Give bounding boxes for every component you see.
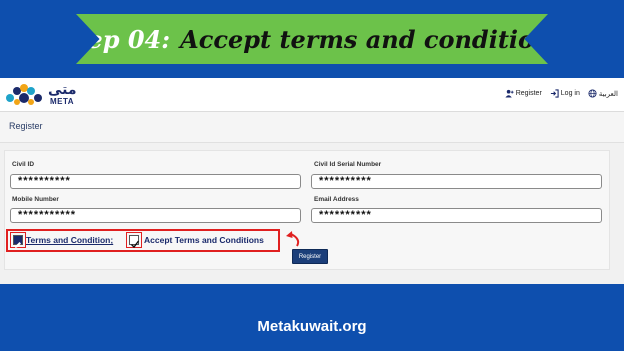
mobile-number-label: Mobile Number	[12, 196, 59, 203]
top-header: متى META Register Log in العربية	[0, 78, 624, 112]
nav-register[interactable]: Register	[505, 89, 542, 98]
banner-title: Accept terms and conditions	[180, 24, 565, 54]
banner-text: Step 04: Accept terms and conditions	[59, 24, 565, 54]
user-plus-icon	[505, 89, 514, 98]
page-title: Register	[9, 121, 43, 131]
logo-arabic-text: متى	[48, 82, 77, 98]
civil-id-input[interactable]: **********	[10, 174, 301, 189]
email-address-input[interactable]: **********	[311, 208, 602, 223]
register-button[interactable]: Register	[292, 249, 328, 264]
nav-language-label: العربية	[598, 90, 618, 98]
mobile-number-input[interactable]: ***********	[10, 208, 301, 223]
nav-language[interactable]: العربية	[588, 89, 618, 98]
footer-site-name: Metakuwait.org	[257, 318, 367, 335]
step-banner: Step 04: Accept terms and conditions	[76, 14, 548, 64]
header-nav: Register Log in العربية	[505, 89, 618, 98]
nav-login-label: Log in	[560, 90, 580, 97]
nav-register-label: Register	[515, 90, 542, 97]
accept-terms-label: Accept Terms and Conditions	[144, 235, 264, 245]
pointer-arrow-icon	[286, 231, 300, 247]
checkmark-icon	[131, 240, 140, 249]
civil-id-label: Civil ID	[12, 161, 35, 168]
login-icon	[550, 89, 559, 98]
civil-id-serial-input[interactable]: **********	[311, 174, 602, 189]
civil-id-serial-label: Civil Id Serial Number	[314, 161, 382, 168]
logo-emblem-icon	[6, 84, 42, 105]
terms-link[interactable]: Terms and Condition;	[26, 235, 113, 245]
nav-login[interactable]: Log in	[550, 89, 580, 98]
accept-terms-checkbox[interactable]	[129, 235, 140, 249]
pencil-icon	[15, 242, 21, 248]
edit-icon[interactable]	[13, 235, 23, 248]
email-address-label: Email Address	[314, 196, 359, 203]
globe-icon	[588, 89, 597, 98]
meta-logo[interactable]: متى META	[2, 82, 82, 108]
page-title-bar: Register	[0, 112, 624, 143]
banner-step: Step 04:	[59, 24, 171, 54]
logo-text: META	[50, 97, 75, 106]
app-window: متى META Register Log in العربية Registe…	[0, 78, 624, 284]
